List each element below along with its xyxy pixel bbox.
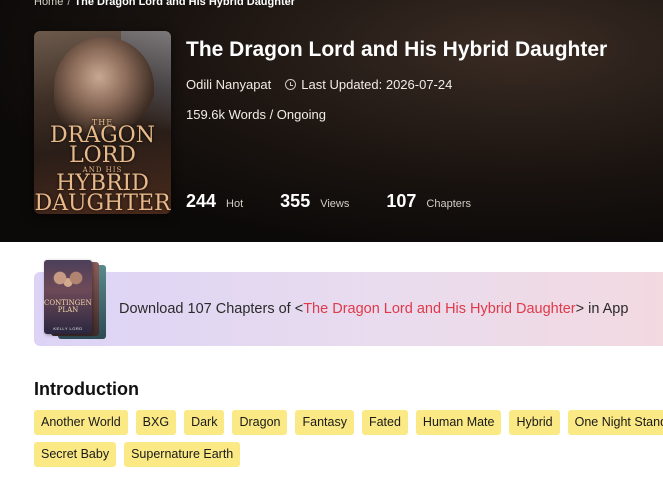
- cta-book-title: The Dragon Lord and His Hybrid Daughter: [303, 301, 576, 317]
- promo-cover-title: CONTINGENCY PLAN: [44, 299, 92, 314]
- cta-suffix: > in App: [575, 301, 629, 317]
- book-header: Home / The Dragon Lord and His Hybrid Daug…: [0, 0, 663, 242]
- promo-cover-author: KELLY LORD: [53, 326, 83, 331]
- promo-book-front: CONTINGENCY PLAN KELLY LORD: [44, 260, 92, 334]
- book-title: The Dragon Lord and His Hybrid Daughter: [186, 38, 608, 61]
- stat-views: 355 Views: [280, 191, 349, 212]
- tag-dark[interactable]: Dark: [184, 410, 225, 435]
- tag-fated[interactable]: Fated: [361, 410, 408, 435]
- author-link[interactable]: Odili Nanyapat: [186, 77, 271, 92]
- cover-title: THE DRAGON LORD AND HIS HYBRID DAUGHTER: [34, 118, 171, 214]
- breadcrumb-separator: /: [67, 0, 71, 8]
- book-meta: Odili Nanyapat Last Updated: 2026-07-24: [186, 77, 452, 92]
- tag-human-mate[interactable]: Human Mate: [415, 410, 502, 435]
- stat-chapters: 107 Chapters: [386, 191, 471, 212]
- stat-hot-value: 244: [186, 191, 217, 211]
- breadcrumb: Home / The Dragon Lord and His Hybrid Daug…: [34, 0, 295, 8]
- cover-title-line4: DAUGHTER: [34, 190, 171, 214]
- book-cover[interactable]: THE DRAGON LORD AND HIS HYBRID DAUGHTER: [34, 31, 171, 214]
- stat-chapters-label: Chapters: [426, 198, 472, 210]
- clock-icon: [285, 79, 297, 90]
- stat-hot: 244 Hot: [186, 191, 243, 212]
- tag-hybrid[interactable]: Hybrid: [509, 410, 560, 435]
- download-app-banner[interactable]: CONTINGENCY PLAN KELLY LORD Download 107…: [34, 260, 663, 346]
- last-updated: Last Updated: 2026-07-24: [301, 77, 453, 92]
- stat-views-value: 355: [280, 191, 311, 211]
- stat-views-label: Views: [320, 198, 350, 210]
- breadcrumb-current: The Dragon Lord and His Hybrid Daughter: [74, 0, 296, 8]
- tag-fantasy[interactable]: Fantasy: [295, 410, 354, 435]
- promo-cover-art: [48, 266, 88, 296]
- tag-row-1: Another World BXG Dark Dragon Fantasy Fa…: [34, 410, 663, 435]
- breadcrumb-home-link[interactable]: Home: [34, 0, 63, 8]
- stat-hot-label: Hot: [226, 198, 244, 210]
- tag-bxg[interactable]: BXG: [135, 410, 177, 435]
- promo-book-stack: CONTINGENCY PLAN KELLY LORD: [44, 260, 106, 340]
- tag-secret-baby[interactable]: Secret Baby: [34, 442, 117, 467]
- genre-tags: Another World BXG Dark Dragon Fantasy Fa…: [34, 410, 663, 474]
- tag-supernature-earth[interactable]: Supernature Earth: [124, 442, 241, 467]
- cover-title-line2: LORD: [69, 142, 136, 168]
- tag-dragon[interactable]: Dragon: [232, 410, 288, 435]
- tag-one-night-stand[interactable]: One Night Stand: [567, 410, 663, 435]
- introduction-heading: Introduction: [34, 379, 139, 399]
- cta-prefix: Download 107 Chapters of <: [119, 301, 304, 317]
- book-stats: 244 Hot 355 Views 107 Chapters: [186, 191, 508, 212]
- download-cta-text[interactable]: Download 107 Chapters of <The Dragon Lor…: [119, 301, 628, 317]
- stat-chapters-value: 107: [386, 191, 417, 211]
- tag-another-world[interactable]: Another World: [34, 410, 128, 435]
- word-count-status: 159.6k Words / Ongoing: [186, 107, 326, 122]
- tag-row-2: Secret Baby Supernature Earth: [34, 442, 663, 467]
